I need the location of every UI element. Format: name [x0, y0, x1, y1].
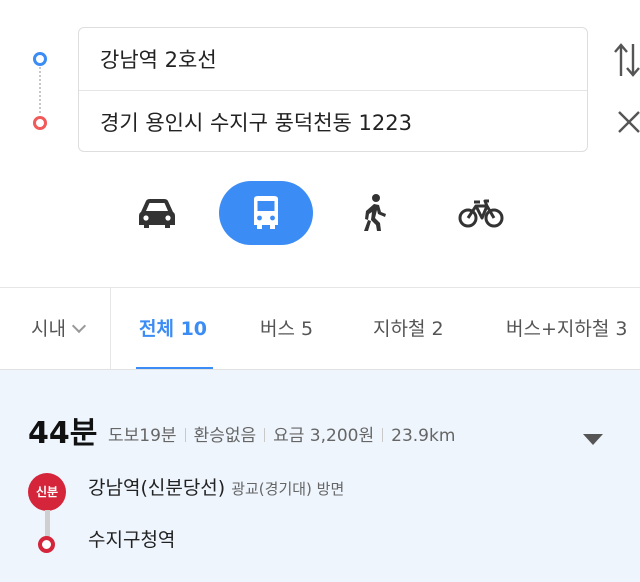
- mode-bus-button[interactable]: [219, 181, 313, 245]
- tab-bus[interactable]: 버스 5: [260, 314, 313, 344]
- chevron-down-icon: [71, 318, 87, 334]
- tab-subway[interactable]: 지하철 2: [373, 314, 444, 344]
- bicycle-icon: [458, 199, 504, 228]
- input-divider: [79, 90, 587, 91]
- origin-marker-icon: [33, 52, 47, 66]
- mode-car-button[interactable]: [110, 181, 204, 245]
- clear-button[interactable]: [616, 107, 640, 137]
- swap-button[interactable]: [614, 40, 640, 80]
- start-stop: 강남역(신분당선) 광교(경기대) 방면: [88, 474, 344, 503]
- tab-bus-subway[interactable]: 버스+지하철 3: [506, 314, 627, 344]
- mode-walk-button[interactable]: [328, 181, 422, 245]
- travel-time: 44분: [28, 416, 98, 451]
- expand-caret-icon[interactable]: [583, 434, 603, 445]
- direction-label: 광교(경기대) 방면: [231, 480, 345, 498]
- bus-icon: [254, 196, 278, 229]
- walk-time: 도보19분: [108, 426, 177, 446]
- destination-input[interactable]: 경기 용인시 수지구 풍덕천동 1223: [100, 108, 573, 138]
- distance: 23.9km: [391, 426, 456, 446]
- route-result-card[interactable]: 44분 도보19분 환승없음 요금 3,200원 23.9km 신분 강남역(신분당선…: [0, 370, 640, 582]
- route-connector: [39, 67, 41, 113]
- walking-person-icon: [364, 194, 386, 231]
- meta-separator: [382, 428, 384, 442]
- transfer-info: 환승없음: [193, 426, 257, 446]
- close-icon: [618, 111, 640, 133]
- start-stop-name: 강남역(신분당선): [88, 477, 226, 499]
- region-label: 시내: [31, 318, 66, 340]
- car-icon: [139, 199, 175, 228]
- end-stop-name: 수지구청역: [88, 529, 176, 551]
- fare: 요금 3,200원: [273, 426, 375, 446]
- origin-input[interactable]: 강남역 2호선: [100, 45, 573, 75]
- mode-bike-button[interactable]: [434, 181, 528, 245]
- route-type-tabs: 시내 전체 10 버스 5 지하철 2 버스+지하철 3: [0, 288, 640, 370]
- swap-arrows-icon: [614, 43, 640, 77]
- meta-separator: [184, 428, 186, 442]
- destination-marker-icon: [33, 116, 47, 130]
- line-badge: 신분: [28, 473, 66, 511]
- meta-separator: [264, 428, 266, 442]
- end-stop-dot-icon: [38, 536, 55, 553]
- tab-all[interactable]: 전체 10: [139, 314, 207, 344]
- route-summary: 도보19분 환승없음 요금 3,200원 23.9km: [108, 423, 455, 449]
- region-dropdown[interactable]: 시내: [31, 314, 87, 344]
- tab-divider: [110, 288, 111, 370]
- route-input-box: 강남역 2호선 경기 용인시 수지구 풍덕천동 1223: [78, 27, 588, 152]
